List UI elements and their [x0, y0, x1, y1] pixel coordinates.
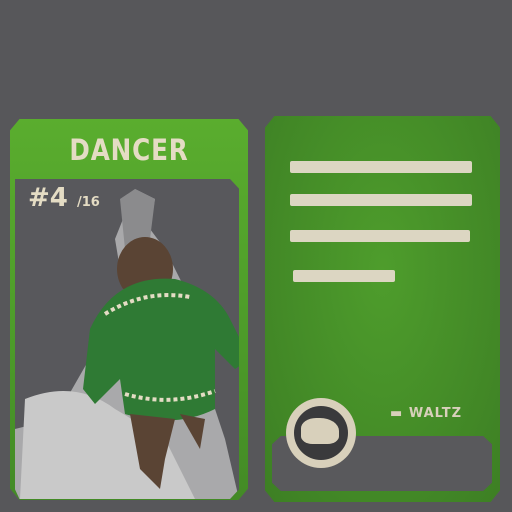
card-artwork [15, 179, 239, 499]
bear-emblem-icon [286, 398, 356, 468]
card-index: #4 [28, 183, 68, 213]
dancer-card[interactable]: DANCER #4 /16 [10, 119, 248, 500]
dance-tag-label: WALTZ [408, 406, 463, 421]
dance-tag: ▬ WALTZ [390, 406, 463, 421]
card-back[interactable]: ▬ WALTZ [265, 116, 500, 502]
text-placeholder-line [293, 270, 395, 282]
card-total: /16 [76, 195, 100, 210]
text-placeholder-line [290, 194, 472, 206]
card-title: DANCER [69, 133, 189, 167]
bear-in-sweater-illustration [15, 189, 239, 499]
text-placeholder-line [290, 161, 472, 173]
text-placeholder-line [290, 230, 470, 242]
card-number: #4 /16 [28, 183, 100, 213]
